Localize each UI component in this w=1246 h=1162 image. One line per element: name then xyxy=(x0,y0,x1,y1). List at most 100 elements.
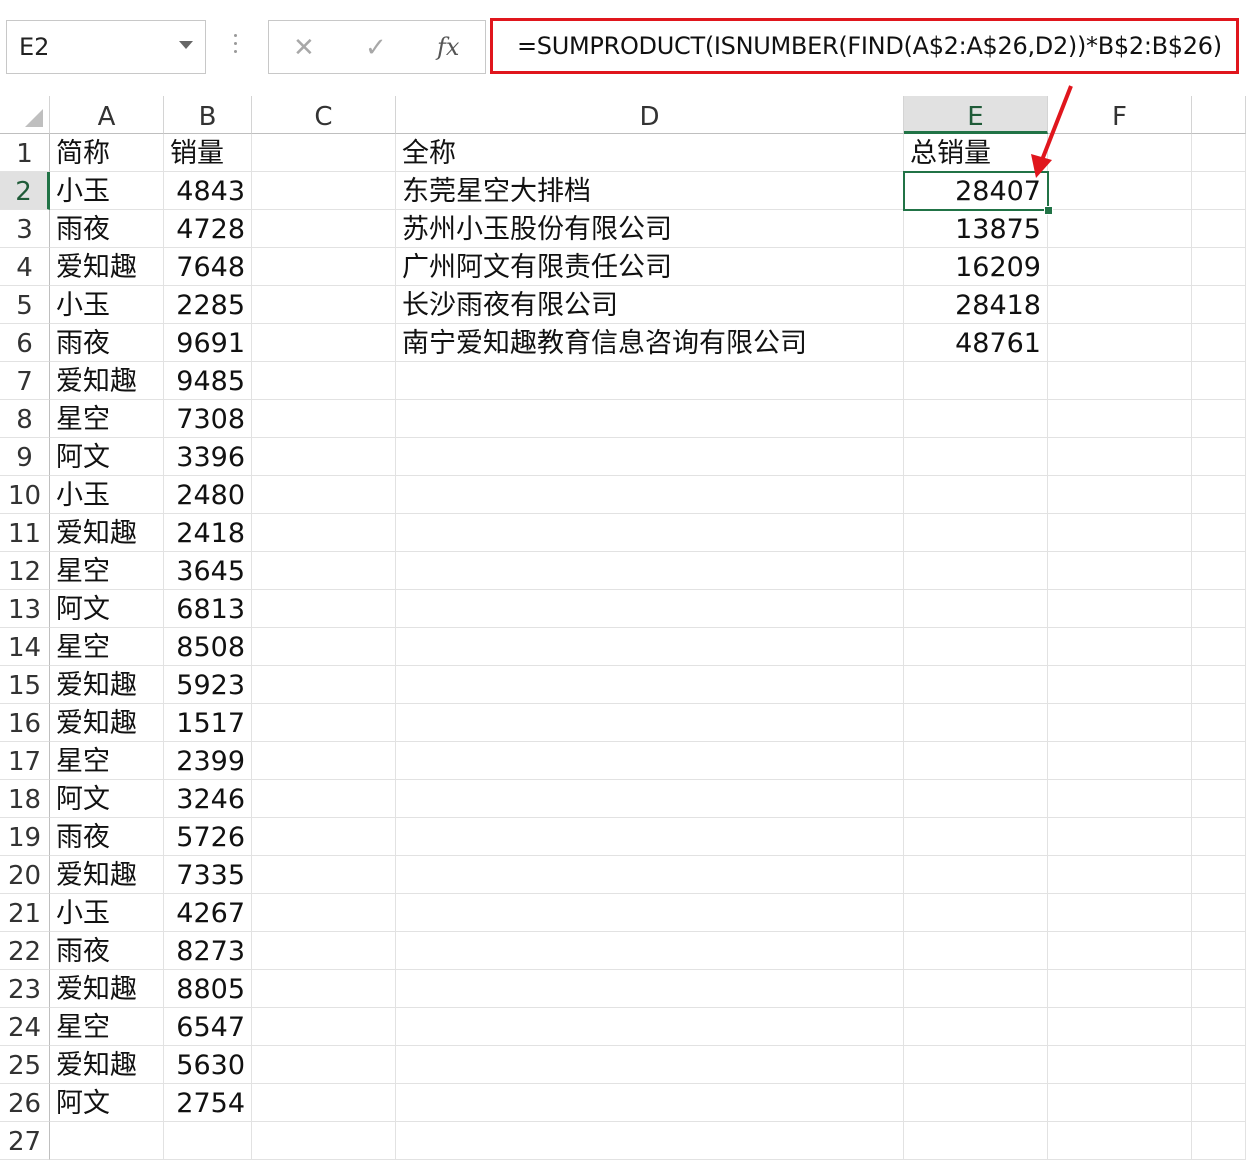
cell-e[interactable] xyxy=(904,1084,1048,1122)
cell-d[interactable] xyxy=(396,476,904,514)
cell-a[interactable]: 星空 xyxy=(50,400,164,438)
row-header[interactable]: 16 xyxy=(0,704,50,742)
cell-b[interactable]: 7308 xyxy=(164,400,252,438)
cell-g[interactable] xyxy=(1192,1046,1246,1084)
cell-f[interactable] xyxy=(1048,780,1192,818)
cell-f[interactable] xyxy=(1048,324,1192,362)
cell-g[interactable] xyxy=(1192,286,1246,324)
cell-b[interactable]: 8805 xyxy=(164,970,252,1008)
cell-f[interactable] xyxy=(1048,286,1192,324)
cell-c[interactable] xyxy=(252,1046,396,1084)
cell-b[interactable]: 2480 xyxy=(164,476,252,514)
row-header[interactable]: 2 xyxy=(0,172,50,210)
cell-e[interactable] xyxy=(904,514,1048,552)
cell-c[interactable] xyxy=(252,1122,396,1160)
cell-b[interactable]: 8508 xyxy=(164,628,252,666)
cell-c[interactable] xyxy=(252,666,396,704)
row-header[interactable]: 7 xyxy=(0,362,50,400)
row-header[interactable]: 26 xyxy=(0,1084,50,1122)
row-header[interactable]: 6 xyxy=(0,324,50,362)
cell-f[interactable] xyxy=(1048,628,1192,666)
row-header[interactable]: 15 xyxy=(0,666,50,704)
cell-e[interactable] xyxy=(904,400,1048,438)
cell-a[interactable] xyxy=(50,1122,164,1160)
cell-f[interactable] xyxy=(1048,970,1192,1008)
cell-g[interactable] xyxy=(1192,210,1246,248)
chevron-down-icon[interactable] xyxy=(179,41,193,49)
cell-f[interactable] xyxy=(1048,894,1192,932)
cell-c[interactable] xyxy=(252,894,396,932)
cell-b[interactable]: 9691 xyxy=(164,324,252,362)
cell-a[interactable]: 阿文 xyxy=(50,590,164,628)
cell-b[interactable]: 2285 xyxy=(164,286,252,324)
cell-a[interactable]: 爱知趣 xyxy=(50,704,164,742)
column-header-e[interactable]: E xyxy=(904,96,1048,134)
column-header-c[interactable]: C xyxy=(252,96,396,134)
cell-b[interactable]: 6547 xyxy=(164,1008,252,1046)
cell-b[interactable]: 4728 xyxy=(164,210,252,248)
cell-d[interactable] xyxy=(396,514,904,552)
cell-a[interactable]: 小玉 xyxy=(50,476,164,514)
insert-function-icon[interactable]: fx xyxy=(437,33,459,61)
cell-a[interactable]: 小玉 xyxy=(50,286,164,324)
cell-f[interactable] xyxy=(1048,400,1192,438)
cell-b[interactable]: 5630 xyxy=(164,1046,252,1084)
cell-f[interactable] xyxy=(1048,1046,1192,1084)
cell-a[interactable]: 阿文 xyxy=(50,780,164,818)
row-header[interactable]: 1 xyxy=(0,134,50,172)
cell-g[interactable] xyxy=(1192,666,1246,704)
cell-b[interactable]: 2754 xyxy=(164,1084,252,1122)
cell-d[interactable] xyxy=(396,856,904,894)
row-header[interactable]: 4 xyxy=(0,248,50,286)
cell-c[interactable] xyxy=(252,818,396,856)
cell-d[interactable] xyxy=(396,970,904,1008)
cell-b[interactable]: 5923 xyxy=(164,666,252,704)
cell-b[interactable] xyxy=(164,1122,252,1160)
column-header-extra[interactable] xyxy=(1192,96,1246,134)
cell-d[interactable] xyxy=(396,780,904,818)
cell-d[interactable] xyxy=(396,590,904,628)
cell-f[interactable] xyxy=(1048,362,1192,400)
cell-d[interactable] xyxy=(396,742,904,780)
cell-f[interactable] xyxy=(1048,742,1192,780)
cell-a[interactable]: 雨夜 xyxy=(50,210,164,248)
cell-d[interactable] xyxy=(396,400,904,438)
cell-a[interactable]: 爱知趣 xyxy=(50,856,164,894)
cell-f[interactable] xyxy=(1048,704,1192,742)
cell-c[interactable] xyxy=(252,514,396,552)
cell-b[interactable]: 3246 xyxy=(164,780,252,818)
cell-c[interactable] xyxy=(252,856,396,894)
cell-e[interactable]: 28418 xyxy=(904,286,1048,324)
cell-c[interactable] xyxy=(252,1084,396,1122)
cell-e[interactable] xyxy=(904,1008,1048,1046)
cell-a[interactable]: 雨夜 xyxy=(50,932,164,970)
cell-d[interactable] xyxy=(396,1084,904,1122)
cell-a[interactable]: 爱知趣 xyxy=(50,514,164,552)
cell-g[interactable] xyxy=(1192,894,1246,932)
cell-e[interactable] xyxy=(904,362,1048,400)
cell-c[interactable] xyxy=(252,932,396,970)
column-header-f[interactable]: F xyxy=(1048,96,1192,134)
cell-b[interactable]: 7648 xyxy=(164,248,252,286)
cell-e[interactable] xyxy=(904,438,1048,476)
cell-c[interactable] xyxy=(252,210,396,248)
row-header[interactable]: 20 xyxy=(0,856,50,894)
cell-e[interactable] xyxy=(904,666,1048,704)
row-header[interactable]: 25 xyxy=(0,1046,50,1084)
cell-e[interactable]: 13875 xyxy=(904,210,1048,248)
column-header-a[interactable]: A xyxy=(50,96,164,134)
cell-c[interactable] xyxy=(252,628,396,666)
cell-c[interactable] xyxy=(252,172,396,210)
row-header[interactable]: 21 xyxy=(0,894,50,932)
cell-b[interactable]: 4843 xyxy=(164,172,252,210)
cell-c[interactable] xyxy=(252,1008,396,1046)
cell-b[interactable]: 7335 xyxy=(164,856,252,894)
row-header[interactable]: 17 xyxy=(0,742,50,780)
cell-e[interactable] xyxy=(904,590,1048,628)
cell-c[interactable] xyxy=(252,286,396,324)
cell-c[interactable] xyxy=(252,324,396,362)
cell-g[interactable] xyxy=(1192,362,1246,400)
cell-f[interactable] xyxy=(1048,438,1192,476)
cell-c[interactable] xyxy=(252,970,396,1008)
cell-e[interactable] xyxy=(904,932,1048,970)
